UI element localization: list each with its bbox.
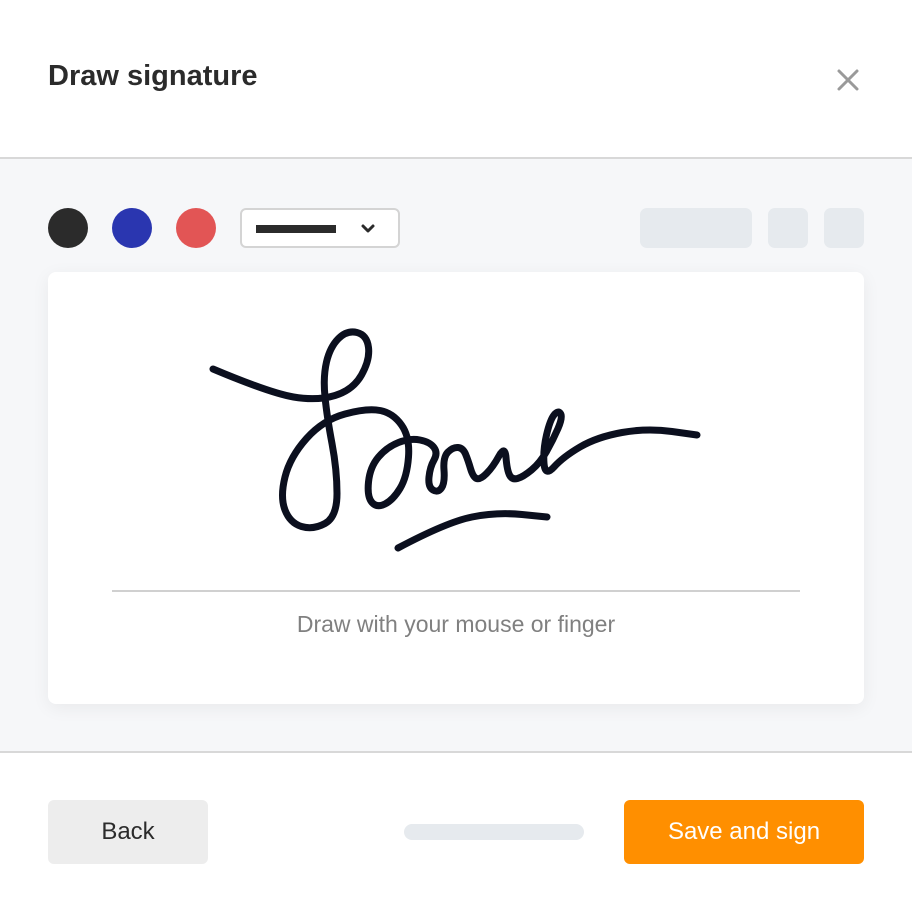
close-button[interactable] (832, 64, 864, 96)
color-swatch-black[interactable] (48, 208, 88, 248)
signature-drawing (209, 328, 701, 552)
signature-pad[interactable]: Draw with your mouse or finger (48, 272, 864, 704)
undo-placeholder-button[interactable] (768, 208, 808, 248)
signature-underline-stroke (394, 510, 551, 552)
close-icon (837, 69, 859, 91)
save-and-sign-button[interactable]: Save and sign (624, 800, 864, 864)
signature-baseline (112, 590, 800, 592)
dialog-title: Draw signature (48, 60, 258, 92)
chevron-down-icon (361, 224, 375, 233)
back-button[interactable]: Back (48, 800, 208, 864)
progress-placeholder (404, 824, 584, 840)
stroke-thickness-select[interactable] (240, 208, 400, 248)
toolbar-placeholder-button[interactable] (640, 208, 752, 248)
color-swatch-red[interactable] (176, 208, 216, 248)
stroke-thickness-preview (256, 225, 336, 233)
dialog-header: Draw signature (0, 0, 912, 159)
signature-hint: Draw with your mouse or finger (296, 611, 616, 637)
signature-stroke (209, 328, 701, 532)
color-swatch-blue[interactable] (112, 208, 152, 248)
dialog-body: Draw with your mouse or finger (0, 159, 912, 753)
clear-placeholder-button[interactable] (824, 208, 864, 248)
